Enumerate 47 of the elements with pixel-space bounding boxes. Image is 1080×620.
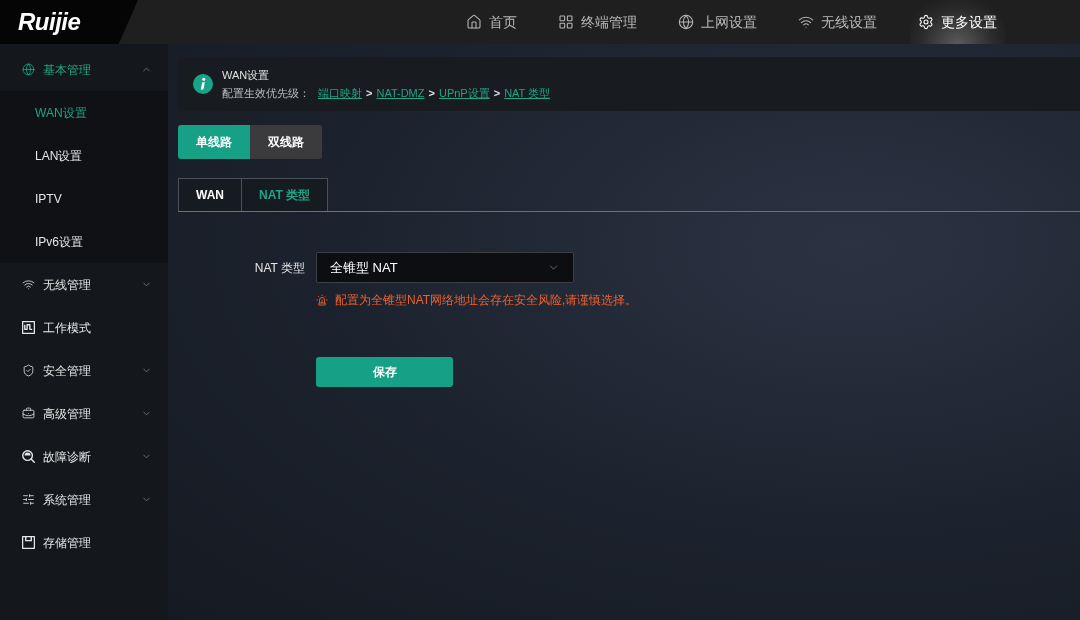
submenu-item[interactable]: LAN设置 bbox=[0, 134, 168, 177]
waveform-square-icon bbox=[22, 321, 35, 334]
tab[interactable]: NAT 类型 bbox=[242, 178, 329, 211]
settings-icon bbox=[918, 14, 934, 30]
nav-tab[interactable]: 首页 bbox=[458, 0, 525, 44]
grid-icon bbox=[558, 14, 574, 30]
sidebar-item[interactable]: 存储管理 bbox=[0, 521, 168, 564]
sidebar-item[interactable]: 系统管理 bbox=[0, 478, 168, 521]
priority-label: 配置生效优先级： bbox=[222, 85, 310, 101]
submenu-item[interactable]: IPv6设置 bbox=[0, 220, 168, 263]
nat-type-select[interactable]: 全锥型 NAT bbox=[316, 252, 574, 283]
submenu-item[interactable]: IPTV bbox=[0, 177, 168, 220]
priority-link[interactable]: NAT-DMZ bbox=[376, 85, 425, 101]
sidebar-item[interactable]: 工作模式 bbox=[0, 306, 168, 349]
sliders-icon bbox=[22, 493, 35, 506]
sidebar-item[interactable]: 基本管理 bbox=[0, 48, 168, 91]
wifi-icon bbox=[22, 278, 35, 291]
chain-separator: > bbox=[428, 85, 435, 101]
globe-icon bbox=[678, 14, 694, 30]
magnifier-icon bbox=[22, 450, 35, 463]
briefcase-icon bbox=[22, 407, 35, 420]
siren-icon bbox=[316, 294, 328, 306]
priority-link[interactable]: UPnP设置 bbox=[438, 85, 490, 101]
banner-title: WAN设置 bbox=[222, 67, 271, 83]
tab[interactable]: WAN bbox=[178, 178, 242, 211]
sidebar-item[interactable]: 安全管理 bbox=[0, 349, 168, 392]
submenu-item[interactable]: WAN设置 bbox=[0, 91, 168, 134]
wifi-icon bbox=[798, 14, 814, 30]
sidebar-item[interactable]: 故障诊断 bbox=[0, 435, 168, 478]
nav-tab[interactable]: 上网设置 bbox=[670, 0, 765, 44]
nav-tab[interactable]: 更多设置 bbox=[910, 0, 1005, 44]
chain-separator: > bbox=[493, 85, 501, 101]
brand-logo: Ruijie bbox=[18, 10, 81, 34]
field-label: NAT 类型 bbox=[253, 259, 305, 277]
line-mode-toggle[interactable]: 双线路 bbox=[250, 125, 322, 159]
nav-tab[interactable]: 终端管理 bbox=[550, 0, 645, 44]
nav-tab[interactable]: 无线设置 bbox=[790, 0, 885, 44]
chain-separator: > bbox=[366, 85, 373, 101]
shield-check-icon bbox=[22, 364, 35, 377]
sidebar-item[interactable]: 高级管理 bbox=[0, 392, 168, 435]
info-icon bbox=[193, 74, 213, 94]
home-icon bbox=[466, 14, 482, 30]
sidebar-item[interactable]: 无线管理 bbox=[0, 263, 168, 306]
warning-text: 配置为全锥型NAT网络地址会存在安全风险,请谨慎选择。 bbox=[335, 292, 638, 309]
globe-icon bbox=[22, 63, 35, 76]
priority-link[interactable]: 端口映射 bbox=[318, 85, 362, 101]
priority-link[interactable]: NAT 类型 bbox=[504, 85, 551, 101]
